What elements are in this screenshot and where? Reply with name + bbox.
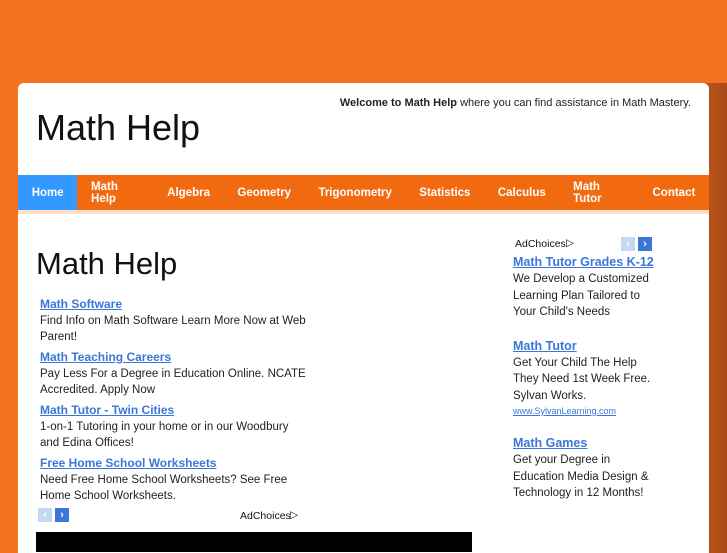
ad-url[interactable]: www.SylvanLearning.com [513, 404, 658, 418]
nav-contact[interactable]: Contact [639, 175, 709, 210]
ad-item: Math Games Get your Degree in Education M… [513, 434, 658, 502]
welcome-rest: where you can find assistance in Math Ma… [457, 97, 691, 109]
adchoices-left[interactable]: AdChoices [240, 510, 291, 522]
chevron-left-icon[interactable]: ‹ [621, 237, 635, 251]
main-panel: Welcome to Math Help where you can find … [18, 83, 709, 553]
ad-link[interactable]: Math Tutor - Twin Cities [40, 402, 308, 419]
ad-text: We Develop a Customized Learning Plan Ta… [513, 273, 649, 318]
ad-item: Math Teaching Careers Pay Less For a Degr… [40, 349, 308, 398]
nav-trigonometry[interactable]: Trigonometry [305, 175, 406, 210]
nav-algebra[interactable]: Algebra [153, 175, 223, 210]
ad-text: Need Free Home School Worksheets? See Fr… [40, 474, 288, 502]
chevron-right-icon[interactable]: › [55, 508, 69, 522]
ads-left: Math Software Find Info on Math Software … [40, 296, 308, 508]
ad-item: Math Tutor - Twin Cities 1-on-1 Tutoring … [40, 402, 308, 451]
ad-item: Math Software Find Info on Math Software … [40, 296, 308, 345]
nav-home[interactable]: Home [18, 175, 78, 210]
ads-right: Math Tutor Grades K-12 We Develop a Custo… [513, 253, 658, 518]
ad-pager-left: ‹ › [38, 508, 69, 522]
ad-text: Get your Degree in Education Media Desig… [513, 454, 649, 499]
ad-item: Free Home School Worksheets Need Free Hom… [40, 455, 308, 504]
ad-text: Find Info on Math Software Learn More No… [40, 315, 306, 343]
ad-link[interactable]: Math Software [40, 296, 308, 313]
nav-geometry[interactable]: Geometry [224, 175, 305, 210]
ad-link[interactable]: Math Tutor Grades K-12 [513, 253, 658, 271]
chevron-left-icon[interactable]: ‹ [38, 508, 52, 522]
ad-item: Math Tutor Get Your Child The Help They N… [513, 337, 658, 419]
ad-pager-right: ‹ › [621, 237, 652, 251]
adchoices-icon[interactable]: ▷ [290, 509, 298, 521]
nav-calculus[interactable]: Calculus [484, 175, 559, 210]
main-nav: Home Math Help Algebra Geometry Trigonom… [18, 175, 709, 214]
page-title: Math Help [36, 246, 178, 281]
ad-text: 1-on-1 Tutoring in your home or in our W… [40, 421, 289, 449]
page-background [0, 0, 727, 83]
nav-statistics[interactable]: Statistics [406, 175, 485, 210]
adchoices-icon[interactable]: ▷ [566, 237, 574, 249]
ad-link[interactable]: Math Tutor [513, 337, 658, 355]
ad-item: Math Tutor Grades K-12 We Develop a Custo… [513, 253, 658, 321]
ad-link[interactable]: Math Games [513, 434, 658, 452]
nav-math-tutor[interactable]: Math Tutor [559, 175, 638, 210]
ad-link[interactable]: Math Teaching Careers [40, 349, 308, 366]
nav-math-help[interactable]: Math Help [77, 175, 153, 210]
ad-text: Pay Less For a Degree in Education Onlin… [40, 368, 306, 396]
chevron-right-icon[interactable]: › [638, 237, 652, 251]
site-title[interactable]: Math Help [36, 107, 200, 149]
ad-text: Get Your Child The Help They Need 1st We… [513, 356, 651, 402]
video-embed[interactable] [36, 532, 472, 552]
welcome-text: Welcome to Math Help where you can find … [340, 97, 691, 109]
welcome-bold: Welcome to Math Help [339, 97, 458, 109]
ad-link[interactable]: Free Home School Worksheets [40, 455, 308, 472]
adchoices-right[interactable]: AdChoices [515, 238, 566, 250]
